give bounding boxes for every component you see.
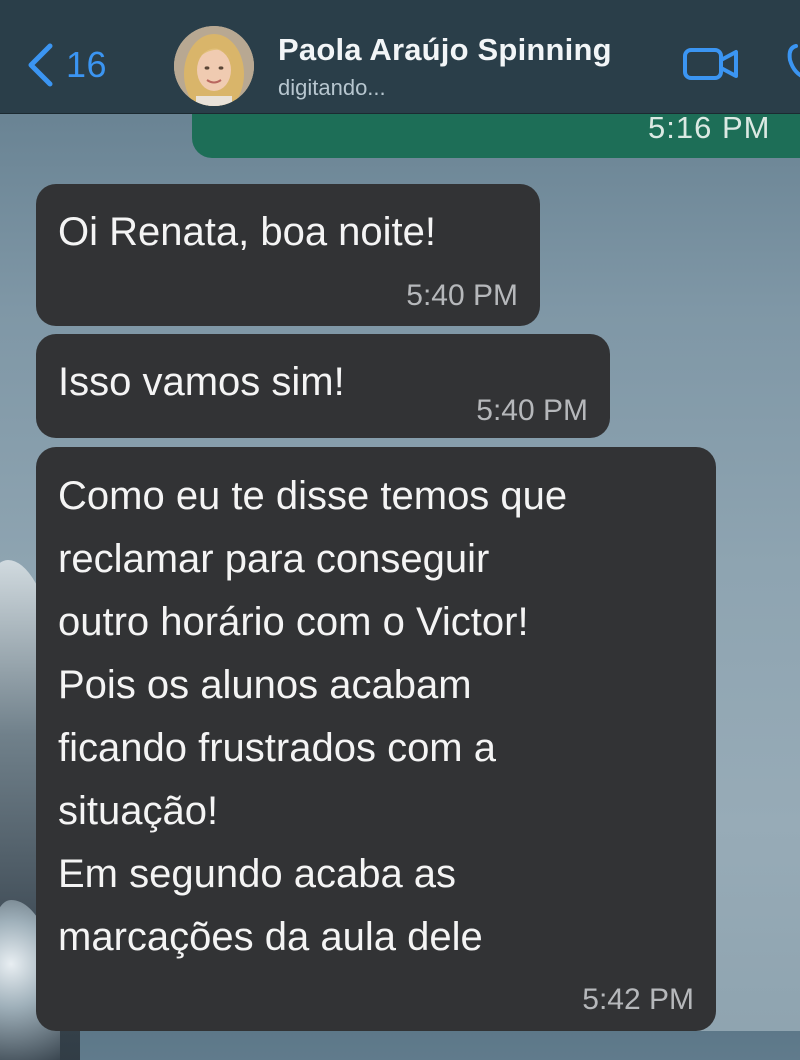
message-text: Como eu te disse temos que reclamar para… [58, 474, 568, 959]
typing-status: digitando... [278, 75, 386, 100]
message-time: 5:42 PM [582, 983, 694, 1016]
phone-icon [787, 44, 800, 78]
avatar-photo [174, 26, 254, 106]
chevron-left-icon [28, 43, 53, 87]
incoming-message-bubble[interactable]: Oi Renata, boa noite! 5:40 PM [36, 184, 540, 326]
message-time: 5:40 PM [406, 279, 518, 312]
back-button[interactable]: 16 [26, 40, 107, 90]
contact-name[interactable]: Paola Araújo Spinning [278, 32, 612, 68]
header-divider [0, 113, 800, 114]
incoming-message-bubble[interactable]: Como eu te disse temos que reclamar para… [36, 447, 716, 1031]
contact-avatar[interactable] [174, 26, 254, 106]
phone-call-button[interactable] [784, 40, 800, 84]
video-camera-icon [683, 48, 738, 80]
message-text: Oi Renata, boa noite! [58, 210, 437, 254]
message-time: 5:40 PM [476, 394, 588, 427]
unread-count: 16 [66, 44, 108, 85]
video-call-button[interactable] [682, 44, 740, 84]
message-text: Isso vamos sim! [58, 360, 345, 404]
chat-header: 16 Paola Araújo Spinning digitando... [0, 0, 800, 114]
outgoing-message-time: 5:16 PM [648, 110, 771, 145]
incoming-message-bubble[interactable]: Isso vamos sim! 5:40 PM [36, 334, 610, 438]
